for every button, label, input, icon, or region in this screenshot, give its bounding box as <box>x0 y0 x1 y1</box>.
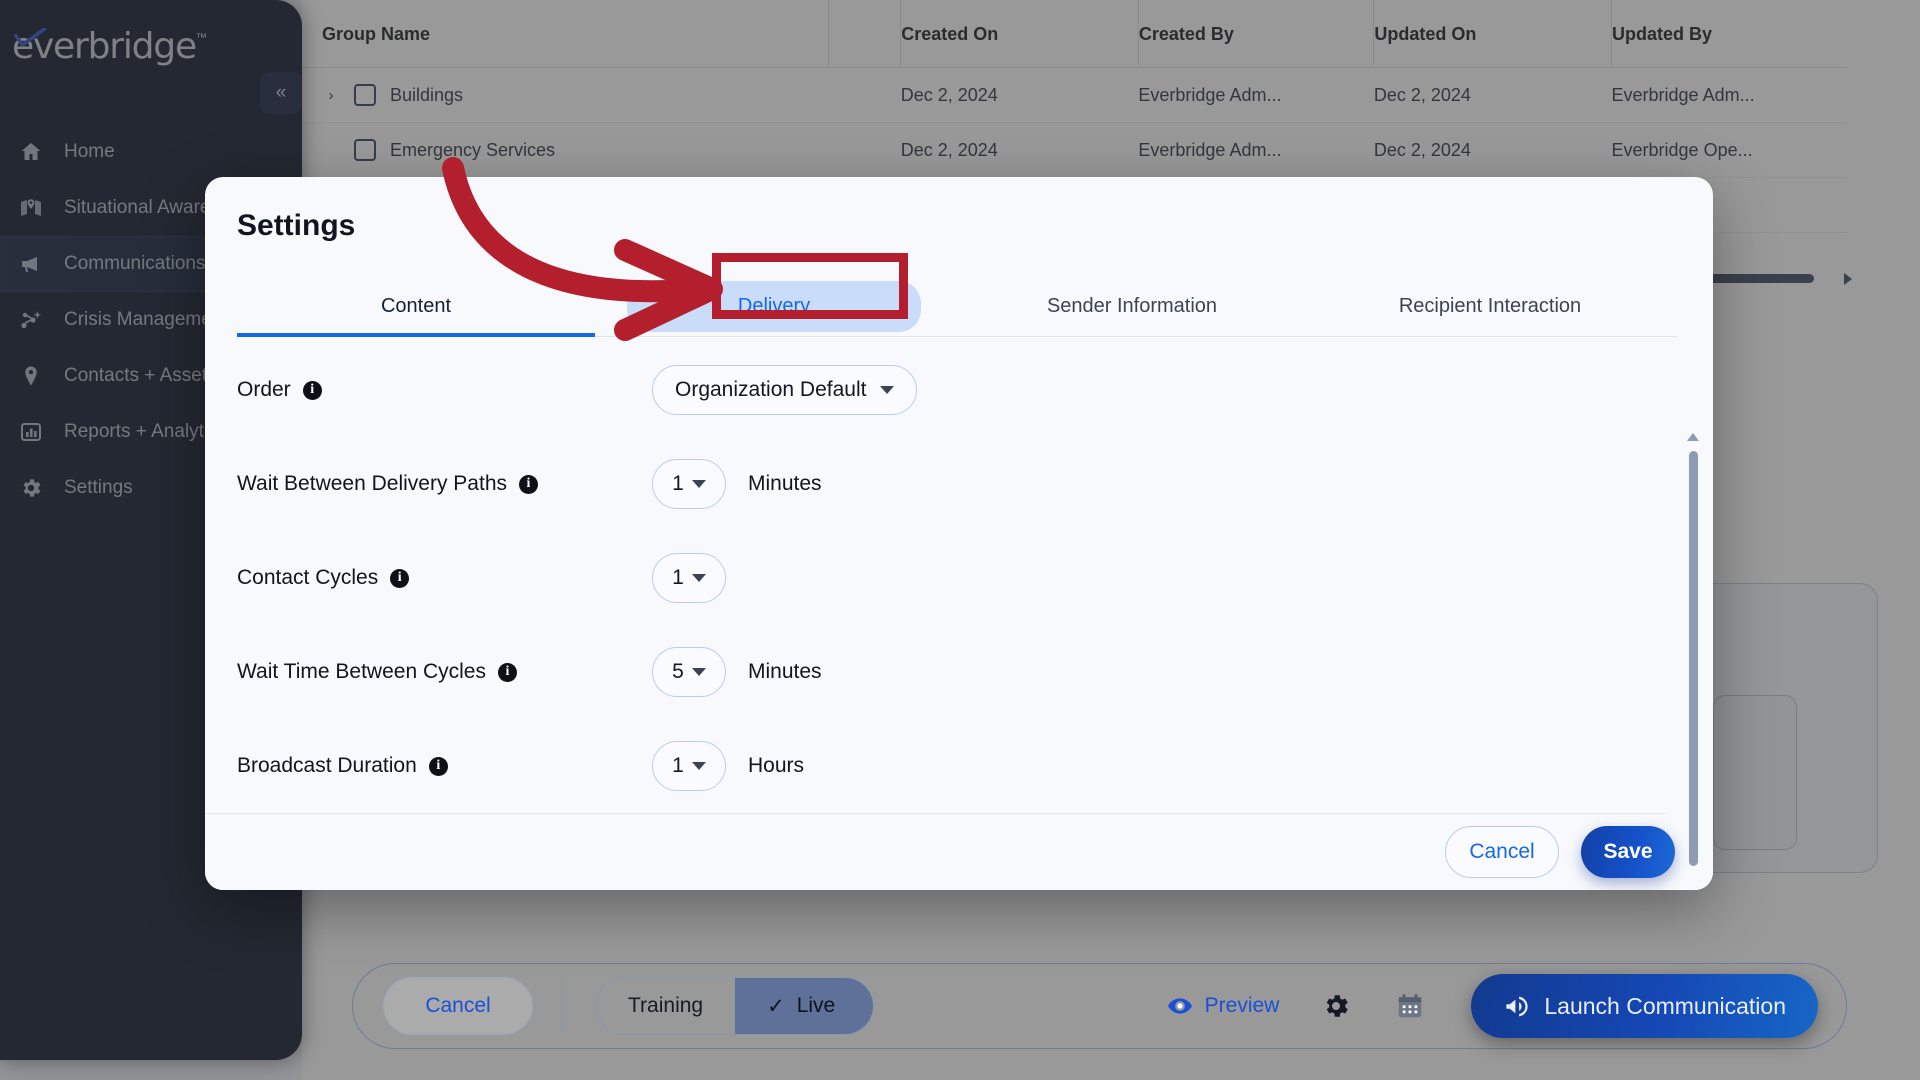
label-text: Order <box>237 378 291 401</box>
gear-icon <box>1327 995 1349 1017</box>
preview-label: Preview <box>1204 994 1280 1017</box>
info-icon[interactable]: i <box>497 662 517 682</box>
tab-recipient-interaction[interactable]: Recipient Interaction <box>1311 277 1669 336</box>
launch-label: Launch Communication <box>1544 992 1786 1019</box>
field-label-contact-cycles: Contact Cycles i <box>237 566 652 590</box>
field-label-wait-between-delivery-paths: Wait Between Delivery Paths i <box>237 472 652 496</box>
modal-tabs: Content Delivery Sender Information Reci… <box>237 277 1677 337</box>
wait-between-delivery-paths-value: 1 <box>672 472 684 495</box>
preview-button[interactable]: Preview <box>1167 993 1280 1019</box>
broadcast-duration-value: 1 <box>672 754 684 777</box>
modal-title: Settings <box>237 209 356 242</box>
mode-option-live[interactable]: ✓ Live <box>735 978 874 1034</box>
unit-label: Minutes <box>748 660 822 683</box>
contact-cycles-dropdown[interactable]: 1 <box>652 553 726 603</box>
broadcast-duration-dropdown[interactable]: 1 <box>652 741 726 791</box>
form-row-wait-between-delivery-paths: Wait Between Delivery Paths i 1 Minutes <box>205 437 1665 531</box>
chevron-down-icon <box>691 668 706 676</box>
mode-option-training[interactable]: Training <box>596 978 735 1034</box>
info-icon[interactable]: i <box>519 474 538 494</box>
field-label-wait-time-between-cycles: Wait Time Between Cycles i <box>237 660 652 684</box>
unit-label: Minutes <box>748 472 822 495</box>
field-label-broadcast-duration: Broadcast Duration i <box>237 754 652 778</box>
info-icon[interactable]: i <box>390 568 410 588</box>
megaphone-icon <box>1506 996 1528 1016</box>
form-row-order: Order i Organization Default <box>205 343 1665 437</box>
label-text: Wait Between Delivery Paths <box>237 472 507 495</box>
info-icon[interactable]: i <box>302 380 322 400</box>
divider <box>561 978 562 1034</box>
bottom-action-bar: Cancel Training ✓ Live Preview Launch Co… <box>352 963 1847 1049</box>
chevron-down-icon <box>691 762 706 770</box>
modal-save-button[interactable]: Save <box>1581 826 1675 878</box>
scroll-up-arrow-icon[interactable] <box>1687 433 1699 441</box>
tab-content[interactable]: Content <box>237 277 595 337</box>
settings-modal: Settings Content Delivery Sender Informa… <box>205 177 1713 890</box>
mode-toggle: Training ✓ Live <box>595 977 875 1035</box>
annotation-highlight-box <box>712 253 908 319</box>
order-dropdown[interactable]: Organization Default <box>652 365 918 415</box>
form-row-broadcast-duration: Broadcast Duration i 1 Hours <box>205 719 1665 813</box>
mode-live-label: Live <box>796 994 836 1017</box>
settings-form: Order i Organization Default Wait Betwee… <box>205 343 1665 813</box>
screen-root: Group Name Created On Created By Updated… <box>0 0 1920 1080</box>
tab-sender-information[interactable]: Sender Information <box>953 277 1311 336</box>
modal-scrollbar-thumb[interactable] <box>1689 451 1698 866</box>
form-row-contact-cycles: Contact Cycles i 1 <box>205 531 1665 625</box>
chevron-down-icon <box>691 480 706 488</box>
chevron-down-icon <box>880 386 895 394</box>
check-icon: ✓ <box>767 994 785 1018</box>
modal-footer: Cancel Save <box>205 814 1713 890</box>
modal-cancel-button[interactable]: Cancel <box>1445 826 1559 878</box>
cancel-button-bottom[interactable]: Cancel <box>383 977 533 1035</box>
label-text: Contact Cycles <box>237 566 379 589</box>
label-text: Wait Time Between Cycles <box>237 660 486 683</box>
form-row-wait-time-between-cycles: Wait Time Between Cycles i 5 Minutes <box>205 625 1665 719</box>
calendar-icon <box>1399 994 1422 1018</box>
label-text: Broadcast Duration <box>237 754 417 777</box>
launch-communication-button[interactable]: Launch Communication <box>1471 974 1818 1038</box>
chevron-down-icon <box>691 574 706 582</box>
modal-vertical-scrollbar[interactable] <box>1685 431 1701 890</box>
wait-time-between-cycles-value: 5 <box>672 660 684 683</box>
eye-icon <box>1167 998 1192 1014</box>
calendar-schedule-button[interactable] <box>1393 989 1427 1023</box>
order-value: Organization Default <box>675 378 867 401</box>
contact-cycles-value: 1 <box>672 566 684 589</box>
wait-time-between-cycles-dropdown[interactable]: 5 <box>652 647 726 697</box>
field-label-order: Order i <box>237 378 652 402</box>
unit-label: Hours <box>748 754 805 777</box>
info-icon[interactable]: i <box>428 756 448 776</box>
wait-between-delivery-paths-dropdown[interactable]: 1 <box>652 459 726 509</box>
settings-gear-button[interactable] <box>1319 989 1353 1023</box>
